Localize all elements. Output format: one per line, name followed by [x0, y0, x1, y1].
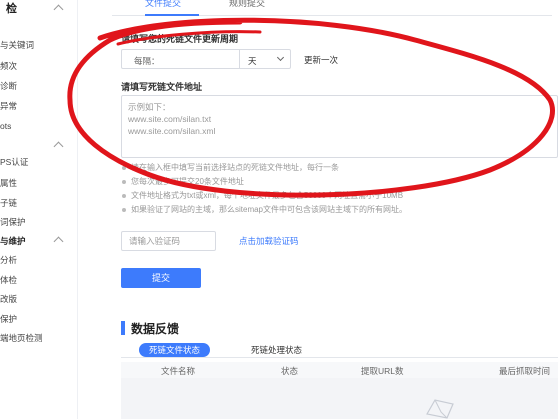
- chevron-up-icon[interactable]: [53, 141, 64, 152]
- placeholder-line: 示例如下：: [128, 102, 171, 112]
- sidebar-item-revision[interactable]: 改版: [0, 292, 17, 306]
- sidebar-item-robots[interactable]: ots: [0, 119, 11, 133]
- feedback-section-title: 数据反馈: [131, 322, 180, 336]
- frequency-unit-value: 天: [248, 56, 257, 66]
- tip-item: 如果验证了网站的主域，那么sitemap文件中可包含该网站主域下的所有网址。: [121, 203, 551, 217]
- tip-item: 您每次最多可提交20条文件地址: [121, 175, 551, 189]
- tab-file-submit[interactable]: 文件提交: [145, 0, 181, 9]
- sidebar-item-protection[interactable]: 保护: [0, 312, 17, 326]
- chevron-down-icon[interactable]: [276, 53, 285, 62]
- captcha-input[interactable]: [121, 231, 216, 251]
- placeholder-line: www.site.com/silan.xml: [128, 126, 216, 136]
- sidebar-item-checkup[interactable]: 体检: [0, 273, 17, 287]
- active-tab-indicator: [145, 14, 199, 16]
- sidebar-item-diagnosis[interactable]: 诊断: [0, 79, 17, 93]
- divider: [239, 50, 240, 68]
- submit-method-tabs: 文件提交 规则提交: [112, 0, 552, 16]
- file-address-textarea[interactable]: 示例如下： www.site.com/silan.txt www.site.co…: [121, 95, 558, 158]
- sidebar-section-maintenance[interactable]: 与维护: [0, 234, 26, 248]
- sidebar-item-word-protection[interactable]: 词保护: [0, 215, 26, 229]
- column-header-url-count: 提取URL数: [361, 366, 404, 376]
- frequency-prefix: 每隔：: [134, 56, 160, 66]
- column-header-filename: 文件名称: [161, 366, 196, 376]
- tip-item: 文件地址格式为txt或xml，每个地址文件最多包含50000个网址且需小于10M…: [121, 189, 551, 203]
- frequency-selector[interactable]: 每隔： 天: [121, 49, 291, 69]
- chevron-up-icon[interactable]: [53, 236, 64, 247]
- column-header-status: 状态: [281, 366, 299, 376]
- file-address-label: 请填写死链文件地址: [121, 82, 203, 92]
- load-captcha-link[interactable]: 点击加载验证码: [239, 235, 299, 247]
- empty-state-icon: [426, 399, 454, 419]
- sidebar-item-landing-page[interactable]: 端地页检测: [0, 331, 43, 345]
- sidebar: 检 与关键词 频次 诊断 异常 ots PS认证 属性 子链 词保护 与维护 分…: [0, 0, 78, 419]
- section-accent-bar: [121, 321, 125, 335]
- feedback-tabs: 死链文件状态 死链处理状态: [121, 343, 558, 358]
- tab-rule-submit[interactable]: 规则提交: [229, 0, 265, 9]
- column-header-last-crawl: 最后抓取时间: [499, 366, 551, 376]
- table-body-empty: [121, 378, 558, 419]
- submit-button[interactable]: 提交: [121, 268, 201, 288]
- table-header: 文件名称 状态 提取URL数 最后抓取时间: [121, 362, 558, 378]
- sidebar-item-analysis[interactable]: 分析: [0, 253, 17, 267]
- main-content: 文件提交 规则提交 请填写您的死链文件更新周期 每隔： 天 更新一次 请填写死链…: [88, 0, 558, 419]
- sidebar-item-https[interactable]: PS认证: [0, 155, 28, 169]
- frequency-suffix: 更新一次: [304, 55, 339, 65]
- chevron-up-icon[interactable]: [53, 4, 64, 15]
- sidebar-item-sublinks[interactable]: 子链: [0, 196, 17, 210]
- sidebar-item-keywords[interactable]: 与关键词: [0, 38, 34, 52]
- tips-list: 请在输入框中填写当前选择站点的死链文件地址，每行一条 您每次最多可提交20条文件…: [121, 161, 551, 217]
- tab-dead-link-process-status[interactable]: 死链处理状态: [251, 343, 302, 357]
- tip-item: 请在输入框中填写当前选择站点的死链文件地址，每行一条: [121, 161, 551, 175]
- sidebar-item-frequency[interactable]: 频次: [0, 59, 17, 73]
- frequency-label: 请填写您的死链文件更新周期: [121, 34, 239, 44]
- tab-dead-link-file-status[interactable]: 死链文件状态: [139, 343, 211, 357]
- placeholder-line: www.site.com/silan.txt: [128, 114, 212, 124]
- sidebar-item-0[interactable]: 检: [6, 2, 17, 16]
- sidebar-item-exceptions[interactable]: 异常: [0, 99, 17, 113]
- sidebar-item-attributes[interactable]: 属性: [0, 176, 17, 190]
